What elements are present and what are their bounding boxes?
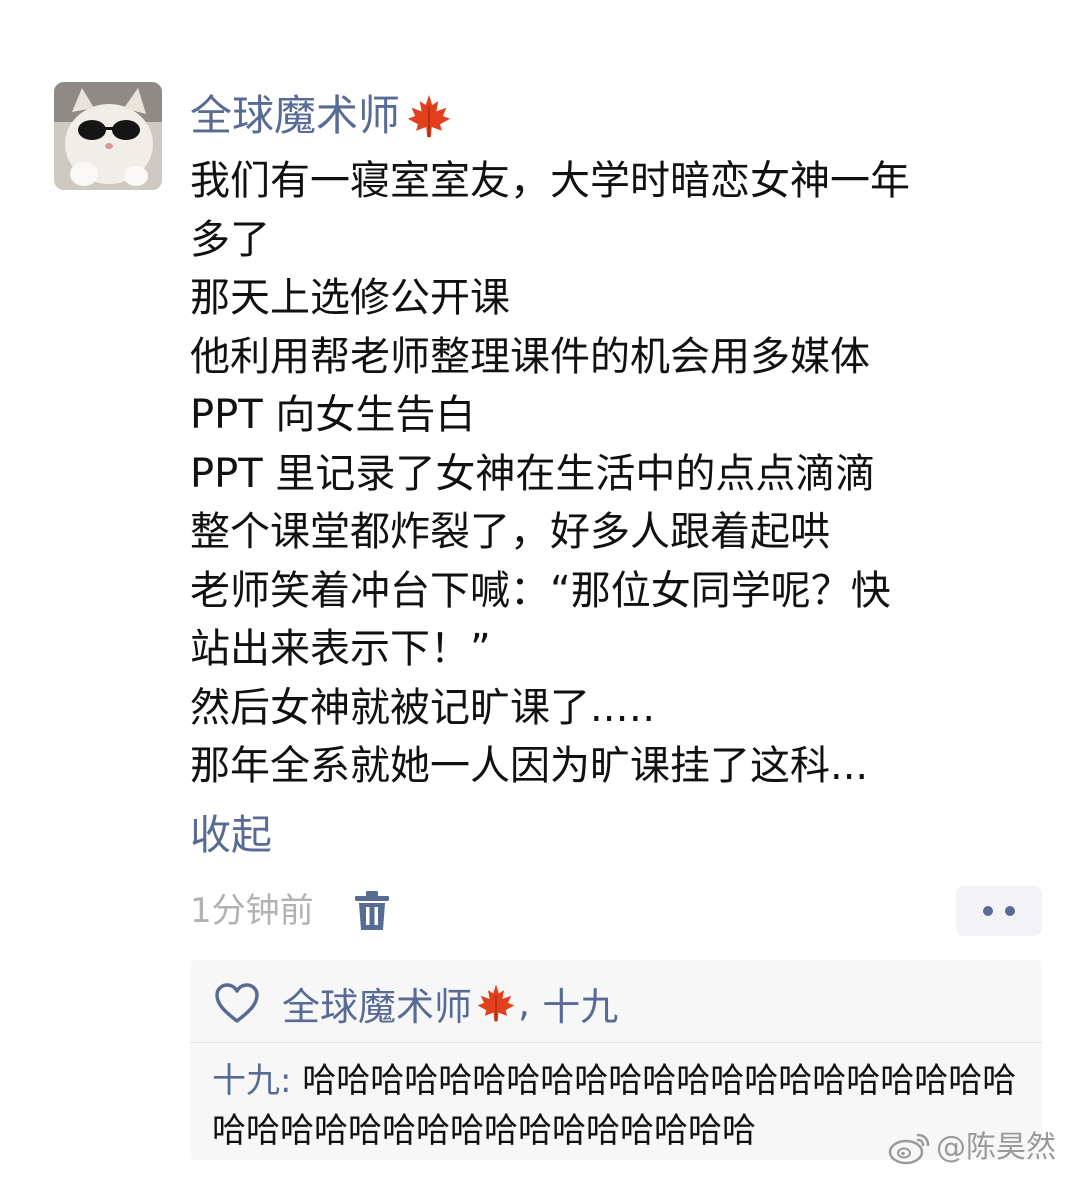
more-options-button[interactable] xyxy=(956,886,1042,936)
post-line: 他利用帮老师整理课件的机会用多媒体 xyxy=(190,333,870,380)
post-author-name[interactable]: 全球魔术师 xyxy=(190,88,452,144)
watermark-text: @陈昊然 xyxy=(936,1130,1056,1165)
avatar[interactable] xyxy=(54,82,162,190)
post-line: PPT 向女生告白 xyxy=(190,392,476,438)
trash-icon[interactable] xyxy=(352,890,392,932)
post-line: 然后女神就被记旷课了..… xyxy=(190,684,656,731)
liker-name[interactable]: 十九 xyxy=(542,976,618,1031)
comment-author[interactable]: 十九 xyxy=(212,1061,280,1101)
post-timestamp: 1分钟前 xyxy=(190,891,314,931)
post-line: 老师笑着冲台下喊：“那位女同学呢？快 xyxy=(190,567,891,614)
post-line: 那年全系就她一人因为旷课挂了这科... xyxy=(190,743,869,789)
cat-with-sunglasses-image xyxy=(54,82,162,190)
more-dot-icon xyxy=(1005,906,1015,916)
more-dot-icon xyxy=(983,906,993,916)
watermark: @陈昊然 xyxy=(888,1128,1056,1168)
comment-colon: : xyxy=(280,1061,303,1101)
maple-leaf-icon xyxy=(477,984,515,1022)
post-content: 我们有一寝室室友，大学时暗恋女神一年 多了 那天上选修公开课 他利用帮老师整理课… xyxy=(190,152,1040,796)
post-line: 站出来表示下！” xyxy=(190,626,491,672)
post-line: PPT 里记录了女神在生活中的点点滴滴 xyxy=(190,450,876,497)
divider xyxy=(190,1042,1042,1043)
liker-separator: , xyxy=(518,981,543,1025)
likes-row: 全球魔术师 , 十九 xyxy=(214,974,618,1032)
weibo-icon xyxy=(888,1133,930,1165)
heart-icon xyxy=(215,983,259,1023)
maple-leaf-icon xyxy=(407,94,451,138)
post-author-name-text: 全球魔术师 xyxy=(190,91,401,140)
post-line: 我们有一寝室室友，大学时暗恋女神一年 xyxy=(190,158,910,204)
post-line: 多了 xyxy=(190,216,270,263)
post-line: 那天上选修公开课 xyxy=(190,275,510,321)
liker-name[interactable]: 全球魔术师 xyxy=(282,976,472,1031)
post-line: 整个课堂都炸裂了，好多人跟着起哄 xyxy=(190,509,830,555)
collapse-link[interactable]: 收起 xyxy=(190,806,272,864)
